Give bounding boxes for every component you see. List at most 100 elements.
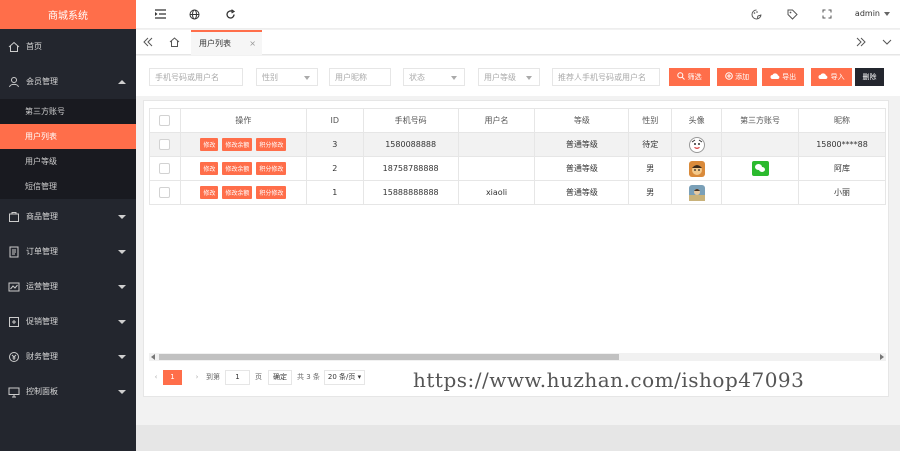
referrer-input[interactable]: 推荐人手机号码或用户名 [552,68,660,86]
edit-button[interactable]: 修改 [200,138,219,151]
export-button[interactable]: 导出 [762,68,804,86]
edit-balance-button[interactable]: 修改余额 [222,186,253,199]
edit-balance-button[interactable]: 修改余额 [222,138,253,151]
sidebar-item-user-level[interactable]: 用户等级 [0,149,136,174]
page-size-select[interactable]: 20 条/页 ▾ [323,369,366,385]
next-page-icon[interactable]: › [190,370,204,384]
user-name: admin [854,9,880,18]
cell-username: xiaoli [457,180,536,205]
tab-bar: 用户列表 × [136,30,900,55]
sidebar-item-label: 会员管理 [26,77,58,86]
table-row[interactable]: 修改 修改余额 积分修改 2 18758788888 普通等级 男 阿库 [149,156,886,181]
close-icon[interactable]: × [249,39,256,48]
import-button[interactable]: 导入 [811,68,852,86]
cell-avatar [671,156,723,181]
chevron-down-icon [118,354,126,359]
table-row[interactable]: 修改 修改余额 积分修改 3 1580088888 普通等级 待定 15800***… [149,132,886,157]
sidebar-item-operation[interactable]: 运营管理 [0,269,136,304]
cell-phone: 18758788888 [362,156,459,181]
sidebar-item-orders[interactable]: 订单管理 [0,234,136,269]
sidebar-item-finance[interactable]: 财务管理 [0,339,136,374]
pagination: ‹ 1 › 到第 1 页 确定 共 3 条 20 条/页 ▾ [149,367,366,387]
chevron-down-icon [118,284,126,289]
sidebar-item-control-panel[interactable]: 控制面板 [0,374,136,409]
edit-points-button[interactable]: 积分修改 [256,162,287,175]
avatar [688,184,705,201]
tag-icon[interactable] [786,8,798,20]
col-header: 头像 [671,108,723,133]
col-header: 第三方账号 [721,108,800,133]
level-select[interactable]: 用户等级 [478,68,540,86]
col-header: 昵称 [798,108,886,133]
cell-phone: 1580088888 [362,132,459,157]
table-row[interactable]: 修改 修改余额 积分修改 1 15888888888 xiaoli 普通等级 男 小… [149,180,886,205]
phone-search-input[interactable]: 手机号码或用户名 [149,68,243,86]
sidebar-item-sms[interactable]: 短信管理 [0,174,136,199]
topbar: admin [136,0,900,29]
row-checkbox[interactable] [149,180,181,205]
user-menu[interactable]: admin [855,9,890,18]
sidebar-item-label: 订单管理 [26,247,58,256]
globe-icon[interactable] [188,8,200,20]
col-header: 等级 [534,108,630,133]
sidebar-item-label: 控制面板 [26,387,58,396]
gender-select[interactable]: 性别 [256,68,318,86]
cell-nickname: 15800****88 [798,132,886,157]
status-select[interactable]: 状态 [403,68,465,86]
finance-icon [7,350,20,363]
row-checkbox[interactable] [149,132,181,157]
edit-button[interactable]: 修改 [200,162,219,175]
search-button[interactable]: 筛选 [669,68,710,86]
caret-down-icon [884,11,890,16]
edit-points-button[interactable]: 积分修改 [256,186,287,199]
total-count: 共 3 条 [297,373,320,381]
theme-icon[interactable] [750,8,762,20]
chevron-down-icon [118,389,126,394]
col-header[interactable]: ID [305,108,364,133]
cell-level: 普通等级 [534,180,630,205]
home-icon[interactable] [168,36,180,48]
double-chevron-left-icon[interactable] [142,36,154,48]
tab-user-list[interactable]: 用户列表 × [191,30,262,55]
sidebar-item-home[interactable]: 首页 [0,29,136,64]
chevron-down-icon[interactable] [881,36,893,48]
sidebar-item-goods[interactable]: 商品管理 [0,199,136,234]
row-checkbox[interactable] [149,156,181,181]
fullscreen-icon[interactable] [821,8,833,20]
goto-confirm-button[interactable]: 确定 [268,369,292,385]
cell-phone: 15888888888 [362,180,459,205]
goto-page-input[interactable]: 1 [225,369,250,385]
delete-button[interactable]: 删除 [855,68,884,86]
scroll-left-arrow-icon[interactable] [151,354,155,360]
edit-button[interactable]: 修改 [200,186,219,199]
cell-username [457,132,536,157]
tab-label: 用户列表 [199,39,231,48]
wechat-icon [751,161,769,176]
goods-icon [7,210,20,223]
select-all-checkbox[interactable] [149,108,181,133]
current-page[interactable]: 1 [163,369,182,385]
menu-fold-icon[interactable] [154,8,166,20]
row-actions: 修改 修改余额 积分修改 [179,180,307,205]
horizontal-scrollbar[interactable] [149,353,886,361]
sidebar-item-label: 财务管理 [26,352,58,361]
cloud-download-icon [770,72,780,82]
edit-balance-button[interactable]: 修改余额 [222,162,253,175]
scroll-right-arrow-icon[interactable] [880,354,884,360]
app-logo: 商城系统 [0,0,136,29]
scrollbar-thumb[interactable] [159,354,619,360]
sidebar-item-label: 首页 [26,42,42,51]
sidebar-item-members[interactable]: 会员管理 [0,64,136,99]
edit-points-button[interactable]: 积分修改 [256,138,287,151]
add-button[interactable]: 添加 [717,68,757,86]
sidebar-item-user-list[interactable]: 用户列表 [0,124,136,149]
sidebar-item-promotion[interactable]: 促销管理 [0,304,136,339]
double-chevron-right-icon[interactable] [855,36,867,48]
cell-third-party [721,132,800,157]
prev-page-icon[interactable]: ‹ [149,370,163,384]
cell-id: 1 [305,180,364,205]
sidebar-item-third-party[interactable]: 第三方账号 [0,99,136,124]
refresh-icon[interactable] [224,8,236,20]
cell-third-party [721,180,800,205]
nickname-input[interactable]: 用户昵称 [329,68,391,86]
